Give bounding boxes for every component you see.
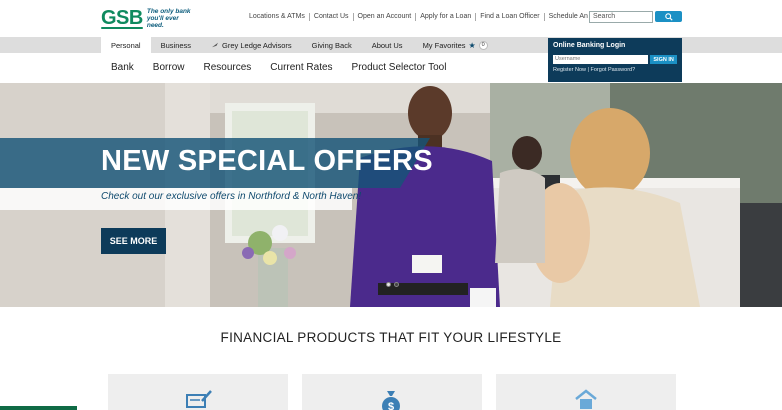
search-icon (664, 12, 673, 21)
utility-links: Locations & ATMs Contact Us Open an Acco… (249, 13, 633, 21)
sign-in-button[interactable]: SIGN IN (650, 55, 677, 64)
star-icon: ★ (468, 40, 476, 50)
house-icon (575, 389, 597, 409)
product-card-home-loans[interactable] (496, 374, 676, 410)
util-link-contact[interactable]: Contact Us (308, 13, 353, 21)
tab-label: Personal (111, 40, 141, 50)
gsb-logo[interactable]: GSB The only bank you'll ever need. (101, 4, 197, 32)
svg-text:$: $ (388, 401, 394, 410)
register-link[interactable]: Register Now (553, 67, 586, 73)
nav-current-rates[interactable]: Current Rates (270, 62, 332, 73)
username-input[interactable]: Username (553, 55, 649, 64)
util-link-find-loan-officer[interactable]: Find a Loan Officer (475, 13, 543, 21)
hero-title: NEW SPECIAL OFFERS (101, 145, 433, 177)
logo-wordmark: GSB (101, 6, 143, 29)
forgot-password-link[interactable]: Forgot Password? (591, 67, 636, 73)
see-more-button[interactable]: SEE MORE (101, 228, 166, 254)
logo-tagline: The only bank you'll ever need. (146, 7, 191, 29)
product-card-savings[interactable]: $ (302, 374, 482, 410)
tab-personal[interactable]: Personal (101, 37, 151, 53)
util-link-locations[interactable]: Locations & ATMs (249, 13, 309, 21)
tab-label: About Us (371, 40, 403, 50)
carousel-dot-active[interactable] (394, 282, 399, 287)
nav-resources[interactable]: Resources (203, 62, 251, 73)
util-link-apply-loan[interactable]: Apply for a Loan (415, 13, 475, 21)
products-heading: FINANCIAL PRODUCTS THAT FIT YOUR LIFESTY… (220, 330, 562, 345)
money-bag-icon: $ (382, 391, 400, 410)
tab-label: Giving Back (311, 40, 352, 50)
tab-giving-back[interactable]: Giving Back (302, 37, 362, 53)
tab-business[interactable]: Business (151, 37, 201, 53)
product-card-checking[interactable] (108, 374, 288, 410)
carousel-dot[interactable] (386, 282, 391, 287)
feedback-tab[interactable] (0, 406, 77, 410)
tab-label: Grey Ledge Advisors (222, 40, 292, 50)
hero-subtitle: Check out our exclusive offers in Northf… (101, 191, 362, 202)
hero-banner[interactable]: NEW SPECIAL OFFERS Check out our exclusi… (0, 83, 782, 307)
site-header: GSB The only bank you'll ever need. Loca… (0, 0, 782, 37)
carousel-dots (386, 282, 402, 287)
tab-label: Business (160, 40, 192, 50)
search-input[interactable]: Search (589, 11, 653, 23)
favorites-label: My Favorites (422, 40, 466, 50)
favorites-count-badge: 0 (478, 40, 488, 50)
tab-grey-ledge-advisors[interactable]: Grey Ledge Advisors (201, 37, 302, 53)
feather-icon (212, 42, 219, 48)
login-title: Online Banking Login (553, 42, 626, 49)
nav-bank[interactable]: Bank (111, 62, 134, 73)
check-writing-icon (186, 390, 212, 408)
tab-about-us[interactable]: About Us (362, 37, 413, 53)
util-link-open-account[interactable]: Open an Account (352, 13, 416, 21)
search-button[interactable] (655, 11, 682, 22)
online-banking-login: Online Banking Login Username SIGN IN Re… (548, 38, 682, 82)
my-favorites[interactable]: My Favorites ★ 0 (413, 37, 498, 53)
nav-product-selector-tool[interactable]: Product Selector Tool (352, 62, 447, 73)
nav-borrow[interactable]: Borrow (153, 62, 185, 73)
